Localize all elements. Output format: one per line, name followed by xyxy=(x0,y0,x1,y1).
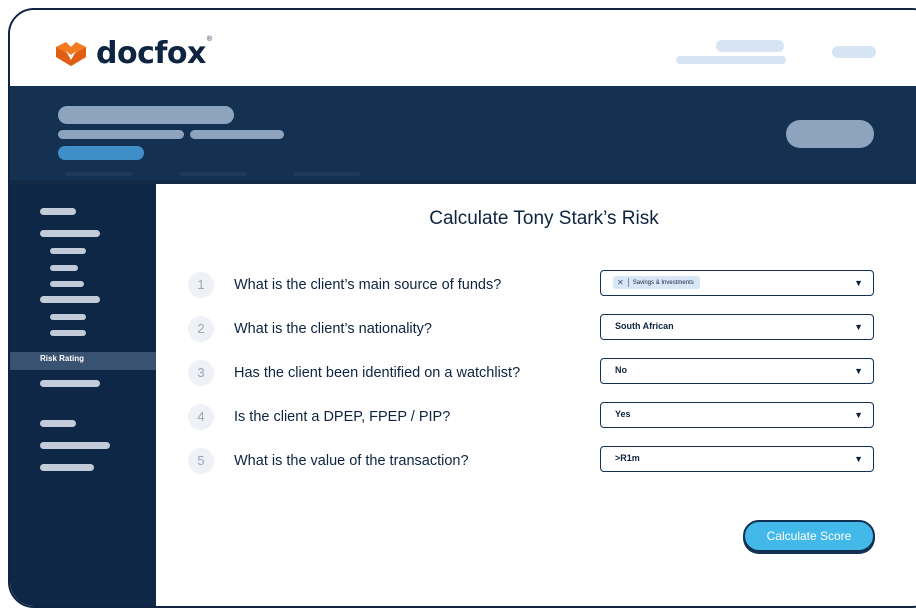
tab-placeholder-2[interactable] xyxy=(180,172,246,176)
select-value: No xyxy=(615,365,627,375)
question-number: 3 xyxy=(188,360,214,386)
sidebar-item-4[interactable] xyxy=(50,265,78,271)
sidebar-item-12[interactable] xyxy=(40,464,94,471)
fox-logo-icon xyxy=(56,41,86,66)
selected-tag: ✕ Savings & Investments xyxy=(613,276,700,289)
top-bar: docfox ® xyxy=(10,10,916,86)
select-value: >R1m xyxy=(615,453,640,463)
question-text: Has the client been identified on a watc… xyxy=(234,365,521,381)
question-text: Is the client a DPEP, FPEP / PIP? xyxy=(234,409,451,425)
question-number: 1 xyxy=(188,272,214,298)
select-value: South African xyxy=(615,321,674,331)
question-row-1: 1 What is the client’s main source of fu… xyxy=(188,270,878,300)
caret-down-icon: ▼ xyxy=(854,410,863,420)
close-icon[interactable]: ✕ xyxy=(617,278,624,287)
question-text: What is the value of the transaction? xyxy=(234,453,469,469)
header-placeholder-2 xyxy=(676,56,786,64)
question-number: 4 xyxy=(188,404,214,430)
nationality-select[interactable]: South African ▼ xyxy=(600,314,874,340)
question-row-3: 3 Has the client been identified on a wa… xyxy=(188,358,878,388)
tag-divider xyxy=(627,278,629,287)
sidebar-item-11[interactable] xyxy=(40,442,110,449)
caret-down-icon: ▼ xyxy=(854,322,863,332)
sidebar-item-9[interactable] xyxy=(40,380,100,387)
status-badge-placeholder xyxy=(58,146,144,160)
source-of-funds-select[interactable]: ✕ Savings & Investments ▼ xyxy=(600,270,874,296)
question-text: What is the client’s nationality? xyxy=(234,321,433,337)
pep-select[interactable]: Yes ▼ xyxy=(600,402,874,428)
calculate-score-button[interactable]: Calculate Score xyxy=(743,520,875,552)
select-value: Yes xyxy=(615,409,631,419)
sidebar-item-2[interactable] xyxy=(40,230,100,237)
question-row-2: 2 What is the client’s nationality? Sout… xyxy=(188,314,878,344)
tag-label: Savings & Investments xyxy=(632,279,694,286)
tab-placeholder-1[interactable] xyxy=(66,172,132,176)
caret-down-icon: ▼ xyxy=(854,278,863,288)
sidebar-item-8[interactable] xyxy=(50,330,86,336)
sidebar-item-5[interactable] xyxy=(50,281,84,287)
caret-down-icon: ▼ xyxy=(854,454,863,464)
sidebar-item-1[interactable] xyxy=(40,208,76,215)
question-number: 5 xyxy=(188,448,214,474)
app-window: docfox ® Risk Rating Calculate Tony Star… xyxy=(8,8,916,608)
sidebar-item-label: Risk Rating xyxy=(40,354,85,363)
sidebar-item-risk-rating[interactable]: Risk Rating xyxy=(10,352,156,370)
question-text: What is the client’s main source of fund… xyxy=(234,277,502,293)
client-detail-placeholder-2 xyxy=(190,130,284,139)
client-header xyxy=(10,86,916,184)
sidebar-item-3[interactable] xyxy=(50,248,86,254)
question-row-4: 4 Is the client a DPEP, FPEP / PIP? Yes … xyxy=(188,402,878,432)
client-detail-placeholder-1 xyxy=(58,130,184,139)
logo-text: docfox xyxy=(96,36,206,71)
header-placeholder-1 xyxy=(716,40,784,52)
client-name-placeholder xyxy=(58,106,234,124)
sidebar-item-10[interactable] xyxy=(40,420,76,427)
header-action-placeholder[interactable] xyxy=(786,120,874,148)
registered-mark: ® xyxy=(206,36,213,43)
page-title: Calculate Tony Stark’s Risk xyxy=(429,208,659,229)
tab-placeholder-3[interactable] xyxy=(294,172,360,176)
sidebar: Risk Rating xyxy=(10,184,156,606)
sidebar-item-6[interactable] xyxy=(40,296,100,303)
transaction-value-select[interactable]: >R1m ▼ xyxy=(600,446,874,472)
header-placeholder-3 xyxy=(832,46,876,58)
question-number: 2 xyxy=(188,316,214,342)
caret-down-icon: ▼ xyxy=(854,366,863,376)
logo[interactable]: docfox ® xyxy=(54,36,212,71)
watchlist-select[interactable]: No ▼ xyxy=(600,358,874,384)
sidebar-item-7[interactable] xyxy=(50,314,86,320)
question-row-5: 5 What is the value of the transaction? … xyxy=(188,446,878,476)
